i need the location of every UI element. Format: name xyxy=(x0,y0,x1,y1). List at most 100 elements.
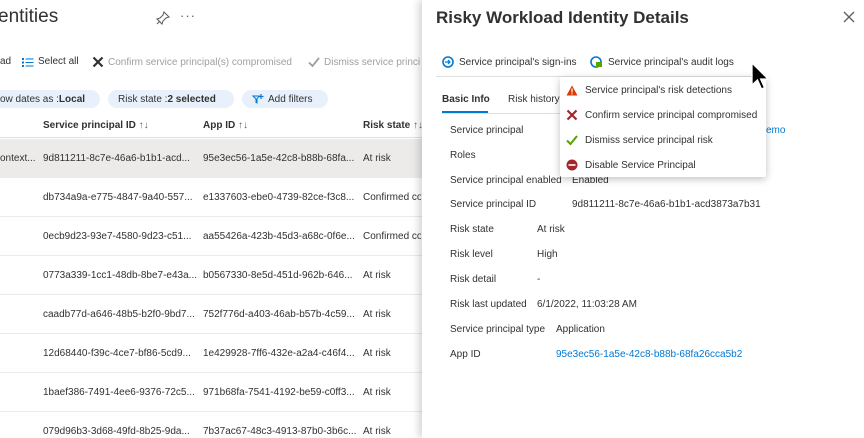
page-title: entities xyxy=(0,6,59,27)
show-dates-prefix: ow dates as : xyxy=(0,93,59,105)
add-filters-button[interactable]: Add filters xyxy=(242,90,328,108)
tab-risk-history[interactable]: Risk history xyxy=(508,94,560,105)
x-icon xyxy=(566,109,578,121)
tab-risk-history-label: Risk history xyxy=(508,94,560,105)
audit-logs-button[interactable]: Service principal's audit logs xyxy=(590,56,734,68)
table-row[interactable]: ontext... 9d811211-8c7e-46a6-b1b1-acd... 9… xyxy=(0,139,422,178)
col-app-id-label: App ID xyxy=(203,120,236,131)
prop-risk-level-label: Risk level xyxy=(450,249,493,260)
download-button[interactable]: ad xyxy=(0,56,11,67)
cell-service-principal-id: 0773a339-1cc1-48db-8be7-e43a... xyxy=(43,270,198,281)
table-row[interactable]: db734a9a-e775-4847-9a40-557... e1337603-e… xyxy=(0,178,422,217)
prop-spid-value: 9d811211-8c7e-46a6-b1b1-acd3873a7b31 xyxy=(572,199,761,210)
prop-enabled-label: Service principal enabled xyxy=(450,175,562,186)
risk-state-prefix: Risk state : xyxy=(118,93,168,105)
prop-risk-detail-value: - xyxy=(537,274,541,285)
risk-state-filter[interactable]: Risk state : 2 selected xyxy=(108,90,234,108)
signins-button[interactable]: Service principal's sign-ins xyxy=(442,56,577,68)
cell-service-principal-id: 12d68440-f39c-4ce7-bf86-5cd9... xyxy=(43,348,191,359)
cell-app-id: 752f776d-a403-46ab-b57b-4c59... xyxy=(203,309,355,320)
cell-risk-state: At risk xyxy=(363,153,391,164)
confirm-compromised-label: Confirm service principal(s) compromised xyxy=(108,56,292,68)
table-row[interactable]: caadb77d-a646-48b5-b2f0-9bd7... 752f776d-… xyxy=(0,295,422,334)
signins-label: Service principal's sign-ins xyxy=(459,56,577,68)
cell-app-id: 95e3ec56-1a5e-42c8-b88b-68fa... xyxy=(203,153,355,164)
warning-icon xyxy=(566,85,578,95)
more-icon[interactable]: ··· xyxy=(180,8,196,23)
pin-icon[interactable] xyxy=(156,11,170,25)
prop-risk-updated-label: Risk last updated xyxy=(450,299,527,310)
risky-workload-identity-details-panel: Risky Workload Identity Details Service … xyxy=(422,0,864,438)
menu-item-disable-label: Disable Service Principal xyxy=(585,159,696,171)
prop-risk-state-label: Risk state xyxy=(450,224,494,235)
prop-spid-label: Service principal ID xyxy=(450,199,537,210)
cell-service-principal-id: 9d811211-8c7e-46a6-b1b1-acd... xyxy=(43,153,190,164)
table-row[interactable]: 1baef386-7491-4ee6-9376-72c5... 971b68fa-… xyxy=(0,373,422,412)
menu-item-disable-sp[interactable]: Disable Service Principal xyxy=(566,155,696,175)
show-dates-filter[interactable]: ow dates as : Local xyxy=(0,90,100,108)
audit-logs-label: Service principal's audit logs xyxy=(608,56,734,68)
menu-item-confirm-compromised[interactable]: Confirm service principal compromised xyxy=(566,105,757,125)
cell-app-id: e1337603-ebe0-4739-82ce-f3c8... xyxy=(203,192,355,203)
cell-risk-state: At risk xyxy=(363,309,391,320)
menu-item-risk-detections[interactable]: Service principal's risk detections xyxy=(566,80,732,100)
table-row[interactable]: 12d68440-f39c-4ce7-bf86-5cd9... 1e429928-… xyxy=(0,334,422,373)
disable-icon xyxy=(566,159,578,171)
col-risk-state-label: Risk state xyxy=(363,120,411,131)
col-risk-state[interactable]: Risk state ↑↓ xyxy=(363,120,422,131)
menu-item-confirm-label: Confirm service principal compromised xyxy=(585,109,758,121)
cell-risk-state: At risk xyxy=(363,348,391,359)
cell-app-id: 7b37ac67-48c3-4913-87b0-3b6c... xyxy=(203,426,357,437)
menu-item-dismiss-label: Dismiss service principal risk xyxy=(585,134,713,146)
dismiss-risk-label: Dismiss service princi xyxy=(324,56,421,68)
cell-risk-state: Confirmed co xyxy=(363,231,421,242)
cell-app-id: 971b68fa-7541-4192-be59-c0ff3... xyxy=(203,387,355,398)
cell-app-id: 1e429928-7ff6-432e-a2a4-c46f4... xyxy=(203,348,355,359)
prop-risk-level-value: High xyxy=(537,249,558,260)
cell-name: ontext... xyxy=(0,153,36,164)
table-row[interactable]: 0773a339-1cc1-48db-8be7-e43a... b0567330-… xyxy=(0,256,422,295)
sort-icon: ↑↓ xyxy=(138,120,149,131)
menu-item-dismiss-risk[interactable]: Dismiss service principal risk xyxy=(566,130,713,150)
prop-risk-updated-value: 6/1/2022, 11:03:28 AM xyxy=(537,299,637,310)
tab-basic-info[interactable]: Basic Info xyxy=(442,94,490,105)
prop-sp-type-label: Service principal type xyxy=(450,324,546,335)
cell-risk-state: At risk xyxy=(363,270,391,281)
prop-risk-state-value: At risk xyxy=(537,224,565,235)
x-icon xyxy=(92,56,104,68)
table-header: Service principal ID ↑↓ App ID ↑↓ Risk s… xyxy=(0,114,422,138)
table-row[interactable]: 079d96b3-3d68-49fd-8b25-9da... 7b37ac67-4… xyxy=(0,412,422,438)
select-all-button[interactable]: Select all xyxy=(22,56,79,67)
col-service-principal-id[interactable]: Service principal ID ↑↓ xyxy=(43,120,149,131)
cell-risk-state: At risk xyxy=(363,387,391,398)
prop-app-id-label: App ID xyxy=(450,349,481,360)
menu-item-risk-detections-label: Service principal's risk detections xyxy=(585,84,732,96)
cell-service-principal-id: caadb77d-a646-48b5-b2f0-9bd7... xyxy=(43,309,195,320)
cell-service-principal-id: 079d96b3-3d68-49fd-8b25-9da... xyxy=(43,426,190,437)
tab-basic-info-label: Basic Info xyxy=(442,94,490,105)
show-dates-value: Local xyxy=(58,93,86,105)
col-service-principal-id-label: Service principal ID xyxy=(43,120,136,131)
prop-service-principal-link[interactable]: emo xyxy=(766,125,785,136)
cell-risk-state: Confirmed co xyxy=(363,192,421,203)
cell-app-id: b0567330-8e5d-451d-962b-646... xyxy=(203,270,353,281)
cell-service-principal-id: db734a9a-e775-4847-9a40-557... xyxy=(43,192,193,203)
filter-add-icon xyxy=(252,94,264,104)
prop-risk-detail-label: Risk detail xyxy=(450,274,497,285)
cell-risk-state: At risk xyxy=(363,426,391,437)
check-icon xyxy=(566,135,578,146)
download-label: ad xyxy=(0,56,12,67)
signin-icon xyxy=(442,56,454,68)
prop-app-id-link[interactable]: 95e3ec56-1a5e-42c8-b88b-68fa26cca5b2 xyxy=(556,349,742,360)
sort-icon: ↑↓ xyxy=(238,120,248,131)
table-row[interactable]: 0ecb9d23-93e7-4580-9d23-c51... aa55426a-4… xyxy=(0,217,422,256)
confirm-compromised-button[interactable]: Confirm service principal(s) compromised xyxy=(92,56,292,68)
risky-workload-identities-page: entities ··· ad Select all Confirm servi… xyxy=(0,0,422,438)
dismiss-risk-button[interactable]: Dismiss service princi xyxy=(308,56,420,68)
close-icon[interactable] xyxy=(842,10,856,24)
risk-state-value: 2 selected xyxy=(167,93,216,105)
cell-service-principal-id: 0ecb9d23-93e7-4580-9d23-c51... xyxy=(43,231,192,242)
cell-service-principal-id: 1baef386-7491-4ee6-9376-72c5... xyxy=(43,387,195,398)
prop-service-principal-label: Service principal xyxy=(450,125,524,136)
col-app-id[interactable]: App ID ↑↓ xyxy=(203,120,248,131)
